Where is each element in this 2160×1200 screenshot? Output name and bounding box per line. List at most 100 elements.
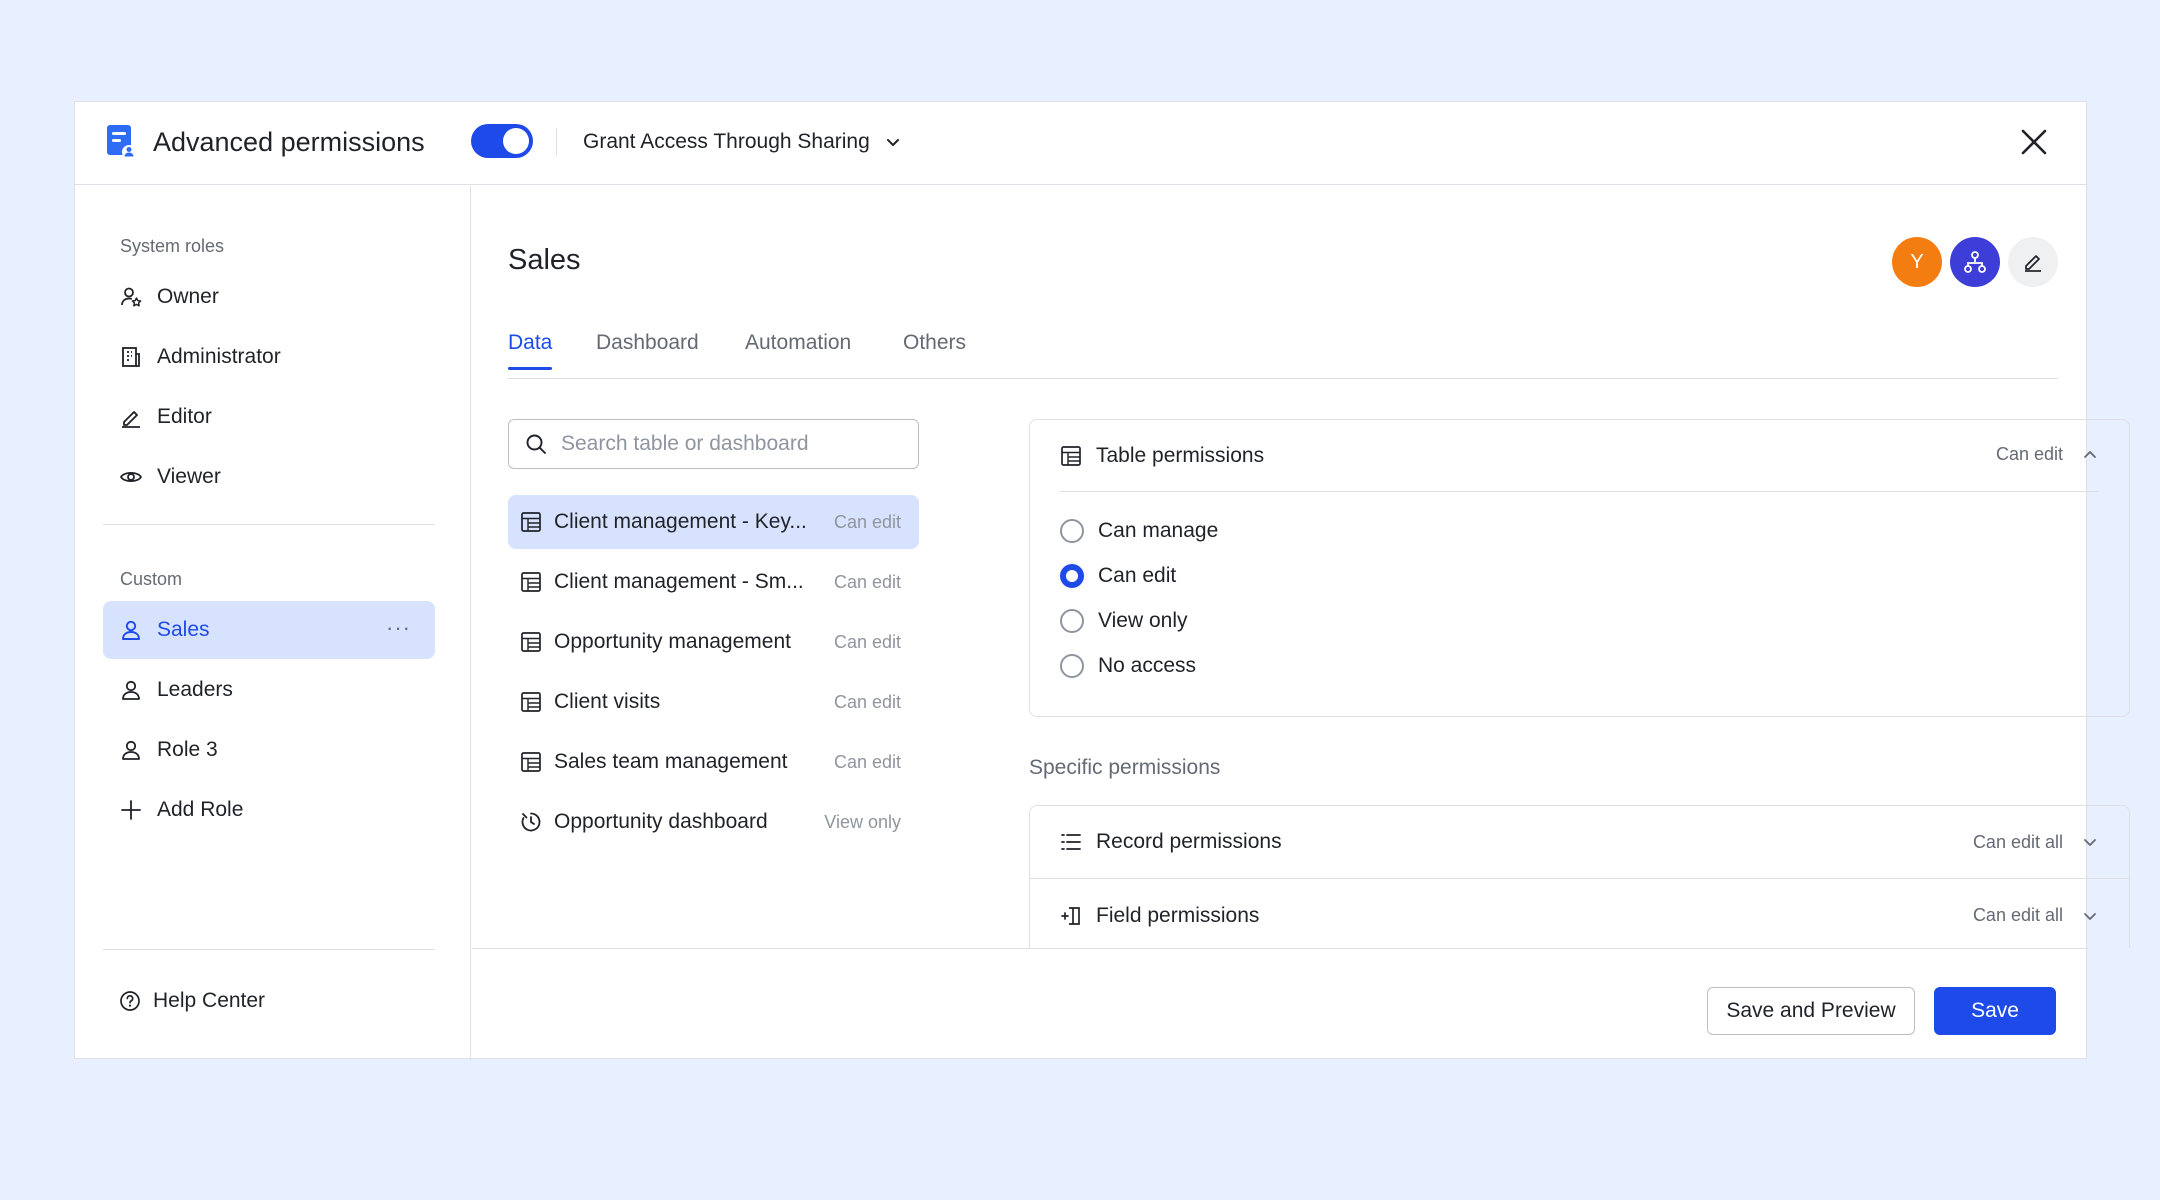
sidebar-item-label: Administrator [157, 345, 281, 368]
table-name: Sales team management [554, 750, 788, 773]
radio-button[interactable] [1060, 609, 1084, 633]
building-icon [122, 347, 140, 367]
table-permission-value: Can edit [833, 571, 901, 592]
table-item-client-management-key[interactable]: Client management - Key... Can edit [508, 495, 919, 549]
avatar[interactable]: Y [1892, 237, 1942, 287]
user-icon [122, 620, 140, 640]
sidebar-item-label: Editor [157, 405, 212, 428]
table-permissions-card: Table permissions Can edit Can manage Ca… [1029, 419, 2130, 717]
more-options-icon[interactable]: ··· [386, 615, 411, 641]
search-icon [526, 434, 546, 454]
tab-others[interactable]: Others [903, 331, 966, 369]
sidebar-item-role-3[interactable]: Role 3 [103, 721, 435, 779]
chevron-down-icon [2084, 839, 2096, 846]
field-permissions-value: Can edit all [1972, 905, 2063, 925]
permission-tabs: Data Dashboard Automation Others [508, 331, 2058, 379]
sidebar-item-viewer[interactable]: Viewer [103, 448, 435, 506]
field-permissions-expand[interactable]: Can edit all [1973, 905, 2099, 926]
table-icon [521, 752, 541, 772]
add-role-button[interactable]: Add Role [103, 781, 435, 839]
option-no-access[interactable]: No access [1060, 654, 1196, 678]
sidebar-item-sales[interactable]: Sales ··· [103, 601, 435, 659]
table-icon [521, 512, 541, 532]
role-detail-panel: Sales Y Data Dashboard Automation Others… [472, 186, 2130, 948]
table-icon [521, 692, 541, 712]
help-center-label: Help Center [153, 989, 266, 1012]
dialog-footer: Save and Preview Save [472, 948, 2088, 1060]
chevron-down-icon [886, 139, 899, 146]
table-item-opportunity-management[interactable]: Opportunity management Can edit [508, 615, 919, 669]
sidebar-bottom-divider [103, 949, 435, 950]
table-item-opportunity-dashboard[interactable]: Opportunity dashboard View only [508, 795, 919, 849]
radio-button[interactable] [1060, 654, 1084, 678]
pencil-icon [122, 411, 140, 428]
table-permissions-value: Can edit [1995, 444, 2063, 464]
sidebar-item-label: Viewer [157, 465, 221, 488]
pencil-icon [2025, 255, 2041, 272]
sidebar-item-administrator[interactable]: Administrator [103, 328, 435, 386]
table-item-client-management-sm[interactable]: Client management - Sm... Can edit [508, 555, 919, 609]
access-mode-label: Grant Access Through Sharing [583, 130, 870, 153]
tab-data[interactable]: Data [508, 331, 553, 370]
table-permission-value: Can edit [833, 751, 901, 772]
org-chart-icon [1964, 251, 1986, 273]
field-icon [1061, 906, 1080, 925]
org-structure-avatar[interactable] [1950, 237, 2000, 287]
option-can-edit[interactable]: Can edit [1060, 564, 1176, 588]
dashboard-icon [521, 812, 541, 832]
roles-sidebar: System roles Owner Administrator Editor … [75, 186, 471, 1060]
search-input[interactable] [561, 432, 901, 456]
sidebar-item-owner[interactable]: Owner [103, 268, 435, 326]
radio-button-selected[interactable] [1060, 564, 1084, 588]
field-permissions-title: Field permissions [1096, 903, 1260, 927]
table-permission-value: Can edit [833, 691, 901, 712]
table-item-client-visits[interactable]: Client visits Can edit [508, 675, 919, 729]
edit-members-button[interactable] [2008, 237, 2058, 287]
option-view-only[interactable]: View only [1060, 609, 1188, 633]
chevron-down-icon [2084, 912, 2096, 920]
toggle-knob [503, 128, 529, 154]
help-icon [120, 991, 140, 1011]
save-and-preview-button[interactable]: Save and Preview [1707, 987, 1915, 1035]
specific-permissions-label: Specific permissions [1029, 756, 1221, 779]
option-can-manage[interactable]: Can manage [1060, 519, 1218, 543]
plus-icon [121, 800, 141, 820]
record-permissions-value: Can edit all [1972, 831, 2063, 852]
dialog-title: Advanced permissions [153, 127, 425, 157]
sidebar-item-label: Owner [157, 285, 219, 308]
sidebar-item-editor[interactable]: Editor [103, 388, 435, 446]
record-permissions-expand[interactable]: Can edit all [1973, 832, 2099, 853]
table-icon [1061, 446, 1081, 466]
help-center-link[interactable]: Help Center [119, 989, 265, 1013]
option-label: View only [1098, 609, 1188, 632]
record-permissions-title: Record permissions [1096, 830, 1282, 853]
table-permission-value: View only [824, 811, 901, 832]
page-title: Sales [508, 244, 581, 276]
sidebar-item-leaders[interactable]: Leaders [103, 661, 435, 719]
card-divider [1060, 491, 2099, 492]
table-permissions-collapse[interactable]: Can edit [1996, 444, 2099, 465]
option-label: No access [1098, 654, 1197, 677]
table-name: Client management - Key... [554, 510, 807, 533]
eye-icon [119, 471, 143, 483]
role-members: Y [1892, 237, 2058, 287]
save-button[interactable]: Save [1934, 987, 2056, 1035]
table-search-box [508, 419, 919, 469]
record-permissions-row[interactable]: Record permissions Can edit all [1030, 806, 2129, 879]
radio-button[interactable] [1060, 519, 1084, 543]
tab-automation[interactable]: Automation [745, 331, 851, 369]
close-icon[interactable] [2018, 126, 2050, 158]
header-divider [556, 128, 557, 156]
field-permissions-row[interactable]: Field permissions Can edit all [1030, 879, 2129, 948]
sidebar-item-label: Leaders [157, 678, 233, 701]
sidebar-item-label: Sales [157, 618, 210, 641]
table-name: Client management - Sm... [554, 570, 804, 593]
table-icon [521, 572, 541, 592]
sidebar-item-label: Role 3 [157, 738, 218, 761]
advanced-permissions-toggle[interactable] [471, 124, 533, 158]
tab-dashboard[interactable]: Dashboard [596, 331, 699, 369]
table-name: Opportunity management [554, 630, 791, 653]
access-mode-dropdown[interactable]: Grant Access Through Sharing [583, 126, 902, 158]
table-item-sales-team-management[interactable]: Sales team management Can edit [508, 735, 919, 789]
table-permissions-title: Table permissions [1096, 444, 1265, 467]
